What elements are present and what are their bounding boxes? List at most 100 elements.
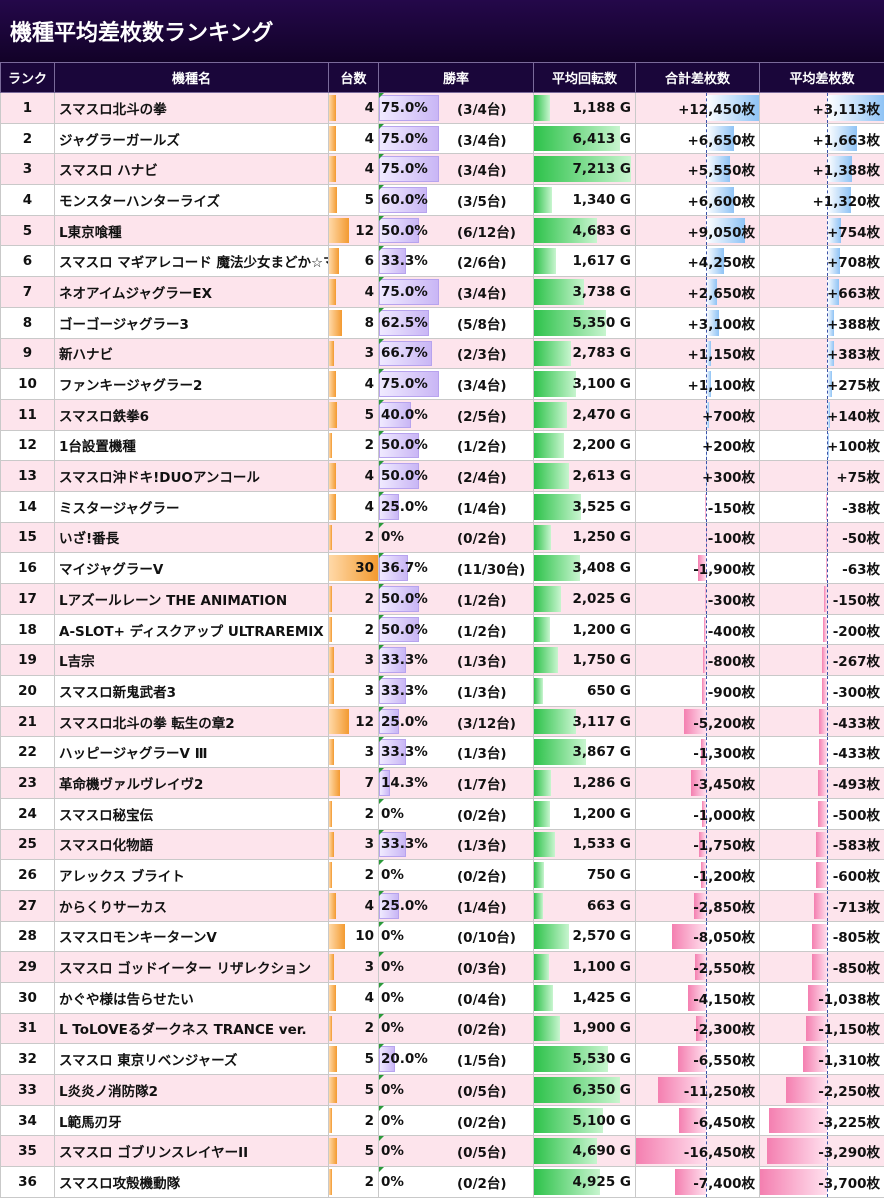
machine-name-cell[interactable]: からくりサーカス (54, 889, 329, 922)
win-rate-percent: 0% (381, 959, 404, 976)
machine-name-cell[interactable]: スマスロモンキーターンV (54, 920, 329, 953)
win-rate-fraction: (5/8台) (457, 316, 507, 333)
table-row[interactable]: 36 スマスロ攻殻機動隊 2 0% (0/2台) 4,925 G -7,400枚 -3,700… (0, 1166, 884, 1198)
table-row[interactable]: 21 スマスロ北斗の拳 転生の章2 12 25.0% (3/12台) 3,117 G -5,… (0, 705, 884, 738)
table-row[interactable]: 26 アレックス ブライト 2 0% (0/2台) 750 G -1,200枚 -600枚 (0, 859, 884, 891)
avg-spins-bar (534, 862, 545, 888)
avg-spins-value: 3,100 G (572, 376, 631, 393)
avg-diff-cell: +388枚 (759, 306, 884, 339)
table-row[interactable]: 2 ジャグラーガールズ 4 75.0% (3/4台) 6,413 G +6,650枚 +1,6… (0, 122, 884, 155)
table-row[interactable]: 9 新ハナビ 3 66.7% (2/3台) 2,783 G +1,150枚 +383枚 (0, 337, 884, 370)
machine-name-cell[interactable]: スマスロ化物語 (54, 828, 329, 861)
total-diff-value: -100枚 (707, 531, 755, 548)
machine-name-cell[interactable]: L炎炎ノ消防隊2 (54, 1074, 329, 1106)
machine-name-cell[interactable]: ミスタージャグラー (54, 490, 329, 523)
machine-name-cell[interactable]: かぐや様は告らせたい (54, 981, 329, 1014)
table-row[interactable]: 28 スマスロモンキーターンV 10 0% (0/10台) 2,570 G -8,050枚 -… (0, 920, 884, 953)
machine-name-cell[interactable]: Lアズールレーン THE ANIMATION (54, 583, 329, 615)
machine-name-cell[interactable]: スマスロ北斗の拳 転生の章2 (54, 705, 329, 738)
machine-name-cell[interactable]: 革命機ヴァルヴレイヴ2 (54, 767, 329, 799)
table-row[interactable]: 17 Lアズールレーン THE ANIMATION 2 50.0% (1/2台) 2,02… (0, 583, 884, 615)
machine-name-cell[interactable]: スマスロ ハナビ (54, 153, 329, 186)
header-total-diff[interactable]: 合計差枚数 (635, 62, 760, 93)
table-row[interactable]: 29 スマスロ ゴッドイーター リザレクション 3 0% (0/3台) 1,100 G -2… (0, 951, 884, 983)
machine-name-cell[interactable]: ゴーゴージャグラー3 (54, 306, 329, 339)
table-row[interactable]: 11 スマスロ鉄拳6 5 40.0% (2/5台) 2,470 G +700枚 +140枚 (0, 398, 884, 431)
table-row[interactable]: 1 スマスロ北斗の拳 4 75.0% (3/4台) 1,188 G +12,450枚 +3,1… (0, 92, 884, 124)
table-row[interactable]: 12 1台設置機種 2 50.0% (1/2台) 2,200 G +200枚 +100枚 (0, 429, 884, 462)
avg-diff-value: +383枚 (827, 347, 880, 364)
table-row[interactable]: 33 L炎炎ノ消防隊2 5 0% (0/5台) 6,350 G -11,250枚 -2,250… (0, 1074, 884, 1106)
rank-cell: 11 (0, 398, 55, 431)
machine-name-cell[interactable]: ジャグラーガールズ (54, 122, 329, 155)
total-diff-cell: +1,100枚 (635, 368, 760, 400)
machine-name-cell[interactable]: スマスロ 東京リベンジャーズ (54, 1043, 329, 1075)
table-row[interactable]: 8 ゴーゴージャグラー3 8 62.5% (5/8台) 5,350 G +3,100枚 +38… (0, 306, 884, 339)
machine-name-cell[interactable]: A-SLOT+ ディスクアップ ULTRAREMIX (54, 613, 329, 646)
rank-cell: 1 (0, 92, 55, 124)
avg-spins-value: 6,413 G (572, 130, 631, 147)
machine-name-cell[interactable]: スマスロ北斗の拳 (54, 92, 329, 124)
units-value: 3 (364, 682, 374, 699)
win-rate-fraction: (3/5台) (457, 193, 507, 210)
machine-name-cell[interactable]: スマスロ ゴブリンスレイヤーII (54, 1135, 329, 1168)
table-row[interactable]: 10 ファンキージャグラー2 4 75.0% (3/4台) 3,100 G +1,100枚 +… (0, 368, 884, 400)
machine-name-cell[interactable]: アレックス ブライト (54, 859, 329, 891)
header-avg-diff[interactable]: 平均差枚数 (759, 62, 884, 93)
machine-name-cell[interactable]: スマスロ鉄拳6 (54, 398, 329, 431)
machine-name-cell[interactable]: L吉宗 (54, 644, 329, 677)
machine-name-cell[interactable]: 新ハナビ (54, 337, 329, 370)
win-rate-percent: 50.0% (381, 437, 428, 454)
table-row[interactable]: 15 いざ!番長 2 0% (0/2台) 1,250 G -100枚 -50枚 (0, 521, 884, 554)
table-row[interactable]: 35 スマスロ ゴブリンスレイヤーII 5 0% (0/5台) 4,690 G -16,45… (0, 1135, 884, 1168)
table-row[interactable]: 7 ネオアイムジャグラーEX 4 75.0% (3/4台) 3,738 G +2,650枚 +… (0, 276, 884, 308)
table-row[interactable]: 3 スマスロ ハナビ 4 75.0% (3/4台) 7,213 G +5,550枚 +1,38… (0, 153, 884, 186)
table-row[interactable]: 32 スマスロ 東京リベンジャーズ 5 20.0% (1/5台) 5,530 G -6,55… (0, 1043, 884, 1075)
table-row[interactable]: 19 L吉宗 3 33.3% (1/3台) 1,750 G -800枚 -267枚 (0, 644, 884, 677)
table-row[interactable]: 13 スマスロ沖ドキ!DUOアンコール 4 50.0% (2/4台) 2,613 G +30… (0, 460, 884, 492)
table-row[interactable]: 14 ミスタージャグラー 4 25.0% (1/4台) 3,525 G -150枚 -38枚 (0, 490, 884, 523)
avg-spins-value: 1,286 G (572, 774, 631, 791)
machine-name-cell[interactable]: スマスロ新鬼武者3 (54, 675, 329, 707)
machine-name-cell[interactable]: L東京喰種 (54, 214, 329, 247)
header-units[interactable]: 台数 (328, 62, 379, 93)
header-avg-spins[interactable]: 平均回転数 (533, 62, 636, 93)
table-row[interactable]: 24 スマスロ秘宝伝 2 0% (0/2台) 1,200 G -1,000枚 -500枚 (0, 797, 884, 830)
table-row[interactable]: 5 L東京喰種 12 50.0% (6/12台) 4,683 G +9,050枚 +754枚 (0, 214, 884, 247)
machine-name-cell[interactable]: スマスロ ゴッドイーター リザレクション (54, 951, 329, 983)
table-row[interactable]: 30 かぐや様は告らせたい 4 0% (0/4台) 1,425 G -4,150枚 -1,03… (0, 981, 884, 1014)
header-win-rate[interactable]: 勝率 (378, 62, 534, 93)
table-row[interactable]: 22 ハッピージャグラーV Ⅲ 3 33.3% (1/3台) 3,867 G -1,300枚… (0, 736, 884, 769)
machine-name-cell[interactable]: いざ!番長 (54, 521, 329, 554)
win-rate-fraction: (1/7台) (457, 776, 507, 793)
machine-name-cell[interactable]: L範馬刃牙 (54, 1104, 329, 1137)
table-row[interactable]: 25 スマスロ化物語 3 33.3% (1/3台) 1,533 G -1,750枚 -583枚 (0, 828, 884, 861)
win-rate-fraction: (2/5台) (457, 408, 507, 425)
rank-cell: 31 (0, 1012, 55, 1045)
rank-cell: 3 (0, 153, 55, 186)
machine-name-cell[interactable]: マイジャグラーV (54, 552, 329, 584)
machine-name-cell[interactable]: ハッピージャグラーV Ⅲ (54, 736, 329, 769)
machine-name-cell[interactable]: ファンキージャグラー2 (54, 368, 329, 400)
header-machine-name[interactable]: 機種名 (54, 62, 329, 93)
table-row[interactable]: 18 A-SLOT+ ディスクアップ ULTRAREMIX 2 50.0% (1/2台)… (0, 613, 884, 646)
total-diff-cell: -1,750枚 (635, 828, 760, 861)
table-row[interactable]: 23 革命機ヴァルヴレイヴ2 7 14.3% (1/7台) 1,286 G -3,450枚 -… (0, 767, 884, 799)
table-row[interactable]: 27 からくりサーカス 4 25.0% (1/4台) 663 G -2,850枚 -713枚 (0, 889, 884, 922)
header-rank[interactable]: ランク (0, 62, 55, 93)
table-row[interactable]: 20 スマスロ新鬼武者3 3 33.3% (1/3台) 650 G -900枚 -300枚 (0, 675, 884, 707)
table-row[interactable]: 34 L範馬刃牙 2 0% (0/2台) 5,100 G -6,450枚 -3,225枚 (0, 1104, 884, 1137)
table-row[interactable]: 31 L ToLOVEるダークネス TRANCE ver. 2 0% (0/2台) 1,9… (0, 1012, 884, 1045)
table-row[interactable]: 4 モンスターハンターライズ 5 60.0% (3/5台) 1,340 G +6,600枚 +… (0, 184, 884, 216)
machine-name-cell[interactable]: 1台設置機種 (54, 429, 329, 462)
machine-name-cell[interactable]: スマスロ秘宝伝 (54, 797, 329, 830)
machine-name-cell[interactable]: ネオアイムジャグラーEX (54, 276, 329, 308)
machine-name-cell[interactable]: L ToLOVEるダークネス TRANCE ver. (54, 1012, 329, 1045)
machine-name-cell[interactable]: モンスターハンターライズ (54, 184, 329, 216)
table-row[interactable]: 6スマスロ マギアレコード 魔法少女まどか☆マギカ外伝633.3%(2/6台)1… (0, 245, 884, 278)
machine-name-cell[interactable]: スマスロ マギアレコード 魔法少女まどか☆マギカ外伝 (54, 245, 329, 278)
machine-name-cell[interactable]: スマスロ攻殻機動隊 (54, 1166, 329, 1198)
table-row[interactable]: 16 マイジャグラーV 30 36.7% (11/30台) 3,408 G -1,900枚 -… (0, 552, 884, 584)
machine-name-cell[interactable]: スマスロ沖ドキ!DUOアンコール (54, 460, 329, 492)
rank-cell: 36 (0, 1166, 55, 1198)
